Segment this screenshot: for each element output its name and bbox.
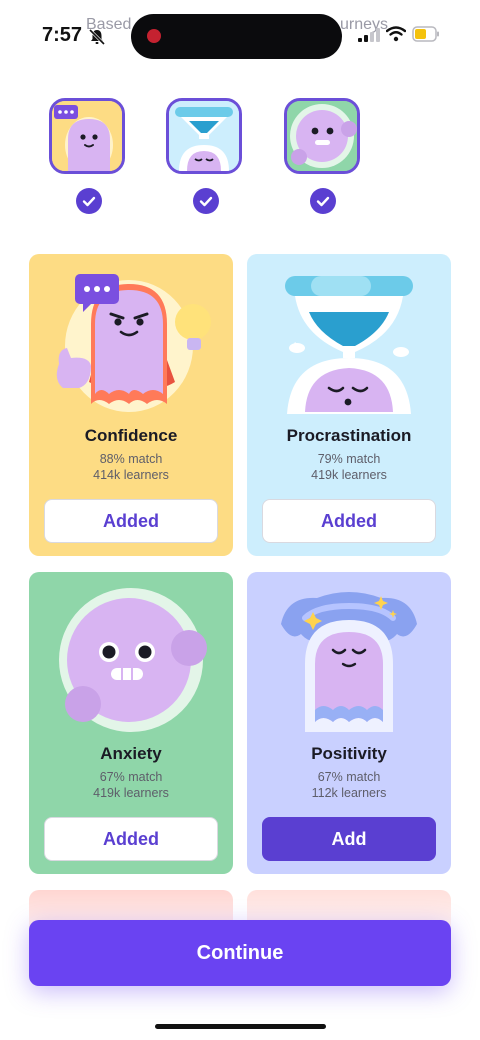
card-match: 67% match xyxy=(99,770,163,784)
add-button[interactable]: Add xyxy=(262,817,436,861)
added-button[interactable]: Added xyxy=(44,499,218,543)
status-time: 7:57 xyxy=(42,24,83,46)
procrastination-character-icon xyxy=(169,101,239,171)
status-bar: Based urneys 7:57 xyxy=(0,0,480,70)
procrastination-illustration xyxy=(285,276,413,414)
card-title: Confidence xyxy=(84,426,178,445)
card-match: 88% match xyxy=(99,452,163,466)
confidence-character-icon xyxy=(52,101,122,171)
card-learners: 112k learners xyxy=(311,786,387,800)
continue-button[interactable]: Continue xyxy=(29,920,451,986)
journey-card-anxiety: Anxiety 67% match 419k learners Added xyxy=(29,572,233,874)
recording-indicator-icon xyxy=(147,29,161,43)
journey-card-confidence: Confidence 88% match 414k learners Added xyxy=(29,254,233,556)
confidence-selected-check xyxy=(76,188,102,214)
card-learners: 419k learners xyxy=(311,468,387,482)
anxiety-selected-check xyxy=(310,188,336,214)
anxiety-character-icon xyxy=(287,101,357,171)
procrastination-selected-check xyxy=(193,188,219,214)
added-button[interactable]: Added xyxy=(262,499,436,543)
card-match: 79% match xyxy=(317,452,381,466)
battery-icon xyxy=(412,26,439,42)
thumbnail-procrastination[interactable] xyxy=(166,98,242,174)
home-indicator[interactable] xyxy=(155,1024,326,1029)
added-button[interactable]: Added xyxy=(44,817,218,861)
positivity-illustration xyxy=(281,592,417,732)
card-learners: 419k learners xyxy=(93,786,169,800)
journey-card-procrastination: Procrastination 79% match 419k learners … xyxy=(247,254,451,556)
bell-slash-icon xyxy=(88,28,106,46)
thumbnail-confidence[interactable] xyxy=(49,98,125,174)
journey-card-positivity: Positivity 67% match 112k learners Add xyxy=(247,572,451,874)
check-icon xyxy=(199,196,213,207)
card-learners: 414k learners xyxy=(93,468,169,482)
card-title: Procrastination xyxy=(286,426,412,445)
selected-journeys xyxy=(0,98,480,218)
thumbnail-anxiety[interactable] xyxy=(284,98,360,174)
check-icon xyxy=(82,196,96,207)
card-match: 67% match xyxy=(317,770,381,784)
anxiety-illustration xyxy=(59,588,207,732)
signal-icon xyxy=(358,28,380,42)
confidence-illustration xyxy=(56,274,211,412)
card-title: Positivity xyxy=(311,744,387,763)
check-icon xyxy=(316,196,330,207)
wifi-icon xyxy=(386,26,406,42)
dynamic-island xyxy=(131,14,342,59)
card-title: Anxiety xyxy=(100,744,162,763)
